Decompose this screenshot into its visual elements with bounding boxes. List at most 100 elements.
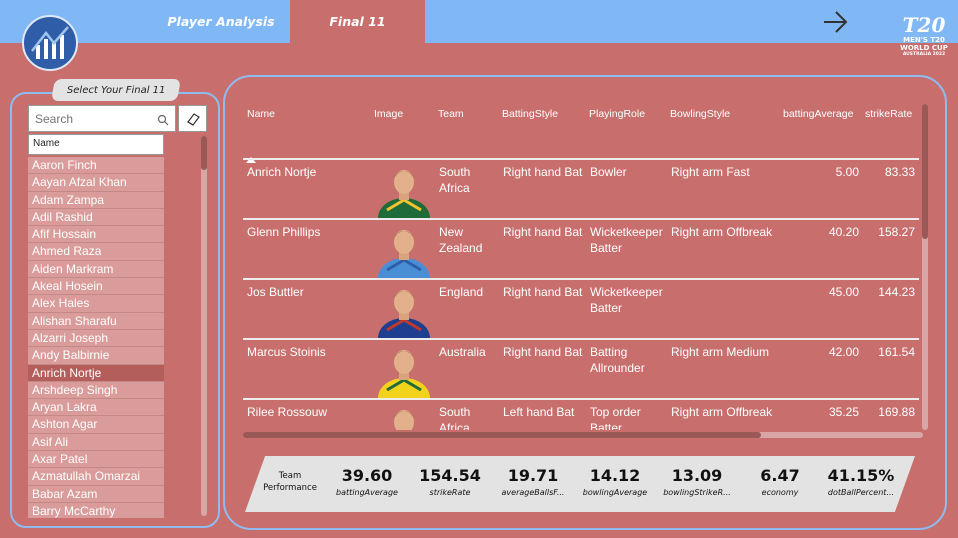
col-header-bowling-style[interactable]: BowlingStyle: [670, 108, 730, 120]
table-horizontal-scrollbar[interactable]: [243, 432, 923, 438]
kpi-value: 154.54: [419, 466, 481, 485]
slicer-scrollbar[interactable]: [201, 136, 207, 516]
slicer-item[interactable]: Arshdeep Singh: [28, 381, 164, 400]
cell-name: Glenn Phillips: [247, 225, 321, 239]
slicer-title: Select Your Final 11: [51, 79, 181, 101]
player-name-list: Aaron Finch Aayan Afzal Khan Adam Zampa Adi…: [28, 157, 164, 518]
table-row[interactable]: Rilee Rossouw South Africa Left hand Bat Top…: [243, 400, 919, 430]
cell-strike-rate: 144.23: [878, 285, 915, 299]
kpi-label: averageBallsF...: [501, 488, 565, 497]
cell-strike-rate: 83.33: [884, 165, 915, 179]
cell-batting-style: Right hand Bat: [503, 165, 583, 179]
kpi-average-balls-faced: 19.71 averageBallsF...: [491, 465, 575, 499]
cell-strike-rate: 161.54: [878, 345, 915, 359]
tab-player-analysis[interactable]: Player Analysis: [152, 0, 290, 43]
cell-bowling-style: Right arm Offbreak: [671, 225, 773, 239]
cell-strike-rate: 169.88: [878, 405, 915, 419]
cell-bowling-style: Right arm Medium: [671, 345, 770, 359]
team-performance-strip: Team Performance 39.60 battingAverage 15…: [245, 456, 915, 512]
col-header-image[interactable]: Image: [374, 108, 403, 120]
col-header-batting-average[interactable]: battingAverage: [783, 108, 853, 120]
cell-batting-average: 45.00: [828, 285, 859, 299]
slicer-item[interactable]: Adam Zampa: [28, 191, 164, 209]
slicer-item[interactable]: Babar Azam: [28, 485, 164, 503]
table-row[interactable]: Anrich Nortje South Africa Right hand Bat Bo…: [243, 160, 919, 218]
search-input[interactable]: [35, 111, 150, 127]
cell-batting-style: Right hand Bat: [503, 285, 583, 299]
cell-batting-average: 42.00: [828, 345, 859, 359]
slicer-item[interactable]: Akeal Hosein: [28, 278, 164, 296]
slicer-item[interactable]: Aayan Afzal Khan: [28, 174, 164, 192]
kpi-label: bowlingAverage: [582, 488, 648, 497]
kpi-value: 41.15%: [827, 466, 895, 485]
table-row[interactable]: Marcus Stoinis Australia Right hand Bat Bat…: [243, 340, 919, 398]
kpi-title-line1: Team: [278, 471, 302, 481]
slicer-item[interactable]: Andy Balbirnie: [28, 347, 164, 365]
slicer-item[interactable]: Alex Hales: [28, 295, 164, 313]
kpi-dot-ball-percent: 41.15% dotBallPercent...: [819, 465, 903, 499]
slicer-item[interactable]: Alzarri Joseph: [28, 329, 164, 348]
player-photo: [377, 220, 431, 278]
slicer-scrollbar-thumb[interactable]: [201, 136, 207, 170]
kpi-label: battingAverage: [336, 488, 398, 497]
cell-team: New Zealand: [439, 225, 483, 255]
slicer-item[interactable]: Afif Hossain: [28, 226, 164, 244]
kpi-strip-title: Team Performance: [257, 470, 323, 494]
cell-playing-role: Wicketkeeper Batter: [590, 285, 663, 315]
kpi-bowling-average: 14.12 bowlingAverage: [579, 465, 651, 499]
kpi-value: 39.60: [341, 466, 393, 485]
player-photo: [377, 160, 431, 218]
kpi-strike-rate: 154.54 strikeRate: [413, 465, 487, 499]
slicer-item[interactable]: Aiden Markram: [28, 260, 164, 279]
kpi-value: 6.47: [760, 466, 800, 485]
cell-batting-average: 40.20: [828, 225, 859, 239]
table-horizontal-scrollbar-thumb[interactable]: [243, 432, 761, 438]
slicer-item[interactable]: Anrich Nortje: [28, 364, 164, 382]
slicer-item[interactable]: Asif Ali: [28, 433, 164, 452]
table-vertical-scrollbar-thumb[interactable]: [922, 104, 928, 239]
cell-batting-style: Left hand Bat: [503, 405, 575, 419]
cell-strike-rate: 158.27: [878, 225, 915, 239]
slicer-item[interactable]: Ashton Agar: [28, 416, 164, 434]
slicer-item[interactable]: Axar Patel: [28, 451, 164, 469]
col-header-team[interactable]: Team: [438, 108, 464, 120]
table-vertical-scrollbar[interactable]: [922, 104, 928, 430]
player-photo: [377, 280, 431, 338]
slicer-item[interactable]: Aaron Finch: [28, 157, 164, 175]
cell-team: Australia: [439, 345, 486, 359]
kpi-value: 14.12: [589, 466, 641, 485]
slicer-item[interactable]: Adil Rashid: [28, 208, 164, 227]
table-row[interactable]: Jos Buttler England Right hand Bat Wicketke…: [243, 280, 919, 338]
tab-final-11[interactable]: Final 11: [290, 0, 425, 43]
cell-playing-role: Wicketkeeper Batter: [590, 225, 663, 255]
slicer-item[interactable]: Ahmed Raza: [28, 243, 164, 261]
search-icon[interactable]: [157, 113, 169, 126]
cell-name: Jos Buttler: [247, 285, 304, 299]
cell-team: England: [439, 285, 484, 299]
arrow-right-icon[interactable]: [820, 8, 852, 36]
cell-batting-average: 35.25: [828, 405, 859, 419]
slicer-item[interactable]: Barry McCarthy: [28, 502, 164, 518]
table-row[interactable]: Glenn Phillips New Zealand Right hand Bat Wi…: [243, 220, 919, 278]
kpi-label: dotBallPercent...: [827, 488, 895, 497]
cell-batting-style: Right hand Bat: [503, 345, 583, 359]
cell-batting-average: 5.00: [835, 165, 859, 179]
col-header-batting-style[interactable]: BattingStyle: [502, 108, 558, 120]
col-header-strike-rate[interactable]: strikeRate: [865, 108, 912, 120]
sort-ascending-icon[interactable]: [246, 150, 256, 163]
slicer-item[interactable]: Alishan Sharafu: [28, 312, 164, 330]
slicer-item[interactable]: Aryan Lakra: [28, 399, 164, 417]
cell-team: South Africa: [439, 405, 471, 430]
top-navigation-bar: [0, 0, 958, 43]
logo-world-cup-text: WORLD CUP: [900, 44, 948, 52]
player-photo: [377, 340, 431, 398]
eraser-icon[interactable]: [178, 105, 207, 132]
cell-bowling-style: Right arm Fast: [671, 165, 750, 179]
col-header-name[interactable]: Name: [247, 108, 275, 120]
slicer-item[interactable]: Azmatullah Omarzai: [28, 468, 164, 486]
col-header-playing-role[interactable]: PlayingRole: [589, 108, 645, 120]
search-box: [28, 105, 176, 132]
cell-name: Rilee Rossouw: [247, 405, 328, 419]
cell-playing-role: Bowler: [590, 165, 627, 179]
kpi-batting-average: 39.60 battingAverage: [325, 465, 409, 499]
